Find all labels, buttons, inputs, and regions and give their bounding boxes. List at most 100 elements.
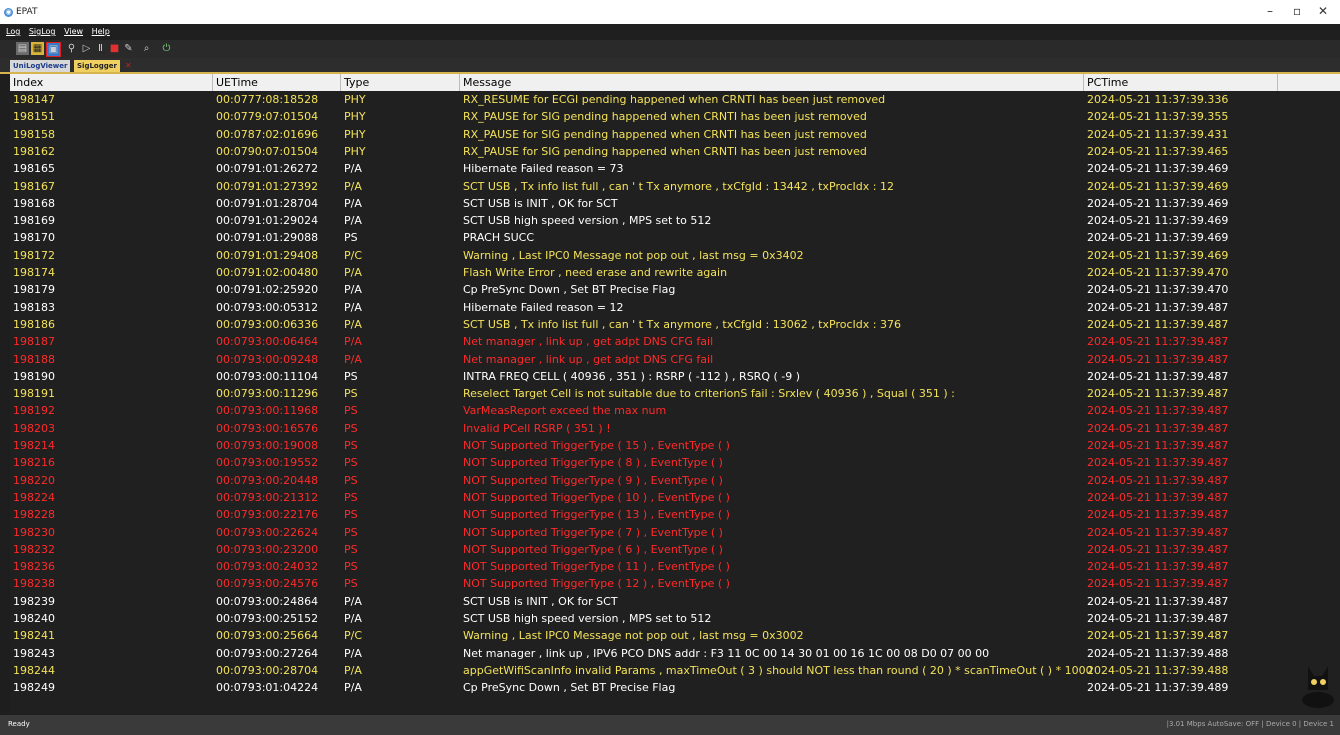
cell-index: 198151: [13, 110, 55, 124]
cell-index: 198216: [13, 456, 55, 470]
tab-unilogviewer[interactable]: UniLogViewer: [10, 60, 71, 72]
table-row[interactable]: 198220 00:0793:00:20448 PS NOT Supported Tr…: [10, 472, 1340, 489]
cell-uetime: 00:0793:00:21312: [216, 490, 319, 504]
table-row[interactable]: 198249 00:0793:01:04224 P/A Cp PreSync Down…: [10, 679, 1340, 696]
table-row[interactable]: 198169 00:0791:01:29024 P/A SCT USB high sp…: [10, 212, 1340, 229]
filter-icon[interactable]: ⚲: [65, 42, 78, 55]
table-row[interactable]: 198179 00:0791:02:25920 P/A Cp PreSync Down…: [10, 281, 1340, 298]
pause-icon[interactable]: Ⅱ: [94, 42, 107, 55]
table-row[interactable]: 198236 00:0793:00:24032 PS NOT Supported Tr…: [10, 558, 1340, 575]
cell-type: P/A: [344, 179, 362, 193]
cell-index: 198167: [13, 179, 55, 193]
cell-message: Hibernate Failed reason = 73: [463, 162, 624, 176]
cell-index: 198168: [13, 196, 55, 210]
column-header-uetime[interactable]: UETime: [213, 74, 341, 91]
column-header-message[interactable]: Message: [460, 74, 1084, 91]
table-row[interactable]: 198172 00:0791:01:29408 P/C Warning , Last …: [10, 247, 1340, 264]
table-row[interactable]: 198183 00:0793:00:05312 P/A Hibernate Faile…: [10, 299, 1340, 316]
table-row[interactable]: 198162 00:0790:07:01504 PHY RX_PAUSE for SI…: [10, 143, 1340, 160]
cell-index: 198249: [13, 681, 55, 695]
close-icon[interactable]: ✕: [1318, 4, 1328, 18]
table-row[interactable]: 198224 00:0793:00:21312 PS NOT Supported Tr…: [10, 489, 1340, 506]
table-row[interactable]: 198192 00:0793:00:11968 PS VarMeasReport ex…: [10, 402, 1340, 419]
column-header-index[interactable]: Index: [10, 74, 213, 91]
menu-log[interactable]: Log: [6, 27, 20, 36]
save-icon[interactable]: ▦: [31, 42, 44, 55]
capture-icon[interactable]: ▣: [46, 42, 61, 57]
open-file-icon[interactable]: ▤: [16, 42, 29, 55]
stop-icon[interactable]: ■: [108, 42, 121, 55]
cell-message: NOT Supported TriggerType ( 15 ) , Event…: [463, 439, 730, 452]
cell-pctime: 2024-05-21 11:37:39.488: [1087, 663, 1229, 677]
table-row[interactable]: 198187 00:0793:00:06464 P/A Net manager , l…: [10, 333, 1340, 350]
cell-type: P/A: [344, 300, 362, 314]
table-row[interactable]: 198214 00:0793:00:19008 PS NOT Supported Tr…: [10, 437, 1340, 454]
table-row[interactable]: 198174 00:0791:02:00480 P/A Flash Write Err…: [10, 264, 1340, 281]
cell-index: 198174: [13, 266, 55, 279]
play-icon[interactable]: ▷: [80, 42, 93, 55]
table-row[interactable]: 198147 00:0777:08:18528 PHY RX_RESUME for E…: [10, 91, 1340, 108]
cell-message: SCT USB , Tx info list full , can ' t Tx…: [463, 179, 894, 193]
table-row[interactable]: 198203 00:0793:00:16576 PS Invalid PCell RS…: [10, 420, 1340, 437]
tab-siglogger[interactable]: SigLogger: [74, 60, 120, 72]
table-row[interactable]: 198168 00:0791:01:28704 P/A SCT USB is INIT…: [10, 195, 1340, 212]
cell-pctime: 2024-05-21 11:37:39.487: [1087, 490, 1229, 504]
cell-pctime: 2024-05-21 11:37:39.469: [1087, 214, 1229, 228]
table-row[interactable]: 198191 00:0793:00:11296 PS Reselect Target …: [10, 385, 1340, 402]
cell-message: Hibernate Failed reason = 12: [463, 300, 624, 314]
minimize-icon[interactable]: –: [1267, 4, 1273, 18]
cell-index: 198169: [13, 214, 55, 228]
table-row[interactable]: 198186 00:0793:00:06336 P/A SCT USB , Tx in…: [10, 316, 1340, 333]
table-row[interactable]: 198239 00:0793:00:24864 P/A SCT USB is INIT…: [10, 593, 1340, 610]
cell-index: 198187: [13, 335, 55, 349]
cell-pctime: 2024-05-21 11:37:39.487: [1087, 352, 1229, 366]
clear-icon[interactable]: ✎: [122, 42, 135, 55]
cell-index: 198230: [13, 525, 55, 539]
table-row[interactable]: 198244 00:0793:00:28704 P/A appGetWifiScanI…: [10, 662, 1340, 679]
menu-help[interactable]: Help: [92, 27, 110, 36]
cell-uetime: 00:0793:00:25664: [216, 629, 319, 643]
menu-view[interactable]: View: [64, 27, 83, 36]
search-icon[interactable]: ⌕: [140, 42, 153, 55]
cell-pctime: 2024-05-21 11:37:39.487: [1087, 525, 1229, 539]
table-row[interactable]: 198216 00:0793:00:19552 PS NOT Supported Tr…: [10, 454, 1340, 471]
cell-index: 198239: [13, 594, 55, 608]
table-row[interactable]: 198238 00:0793:00:24576 PS NOT Supported Tr…: [10, 575, 1340, 592]
cell-index: 198172: [13, 248, 55, 262]
table-row[interactable]: 198170 00:0791:01:29088 PS PRACH SUCC 2024-0…: [10, 229, 1340, 246]
cell-pctime: 2024-05-21 11:37:39.487: [1087, 387, 1229, 401]
table-row[interactable]: 198167 00:0791:01:27392 P/A SCT USB , Tx in…: [10, 178, 1340, 195]
table-row[interactable]: 198240 00:0793:00:25152 P/A SCT USB high sp…: [10, 610, 1340, 627]
table-row[interactable]: 198243 00:0793:00:27264 P/A Net manager , l…: [10, 645, 1340, 662]
table-row[interactable]: 198190 00:0793:00:11104 PS INTRA FREQ CELL …: [10, 368, 1340, 385]
table-row[interactable]: 198188 00:0793:00:09248 P/A Net manager , l…: [10, 351, 1340, 368]
cell-index: 198170: [13, 231, 55, 245]
cell-type: PS: [344, 387, 358, 401]
maximize-icon[interactable]: ▫: [1293, 4, 1301, 18]
cell-index: 198179: [13, 283, 55, 297]
column-header-type[interactable]: Type: [341, 74, 460, 91]
tab-close-icon[interactable]: ✕: [122, 60, 135, 72]
cell-uetime: 00:0790:07:01504: [216, 144, 319, 158]
cell-type: P/A: [344, 335, 362, 349]
table-row[interactable]: 198228 00:0793:00:22176 PS NOT Supported Tr…: [10, 506, 1340, 523]
table-row[interactable]: 198151 00:0779:07:01504 PHY RX_PAUSE for SI…: [10, 108, 1340, 125]
table-row[interactable]: 198165 00:0791:01:26272 P/A Hibernate Faile…: [10, 160, 1340, 177]
table-row[interactable]: 198230 00:0793:00:22624 PS NOT Supported Tr…: [10, 524, 1340, 541]
log-table[interactable]: Index UETime Type Message PCTime 198147 0…: [10, 74, 1340, 714]
column-header-pctime[interactable]: PCTime: [1084, 74, 1278, 91]
cell-message: RX_PAUSE for SIG pending happened when C…: [463, 127, 867, 141]
menu-siglog[interactable]: SigLog: [29, 27, 56, 36]
table-row[interactable]: 198158 00:0787:02:01696 PHY RX_PAUSE for SI…: [10, 126, 1340, 143]
cell-message: INTRA FREQ CELL ( 40936 , 351 ) : RSRP (…: [463, 369, 801, 383]
cell-type: P/C: [344, 248, 363, 262]
cell-message: Net manager , link up , get adpt DNS CFG…: [463, 335, 714, 349]
cell-uetime: 00:0793:00:11104: [216, 369, 319, 383]
device-icon[interactable]: ⏻: [160, 42, 173, 55]
cell-message: SCT USB high speed version , MPS set to …: [463, 214, 712, 228]
table-row[interactable]: 198232 00:0793:00:23200 PS NOT Supported Tr…: [10, 541, 1340, 558]
cell-message: NOT Supported TriggerType ( 7 ) , EventT…: [463, 525, 723, 539]
cell-index: 198224: [13, 490, 55, 504]
cell-index: 198240: [13, 612, 55, 625]
table-row[interactable]: 198241 00:0793:00:25664 P/C Warning , Last …: [10, 627, 1340, 644]
